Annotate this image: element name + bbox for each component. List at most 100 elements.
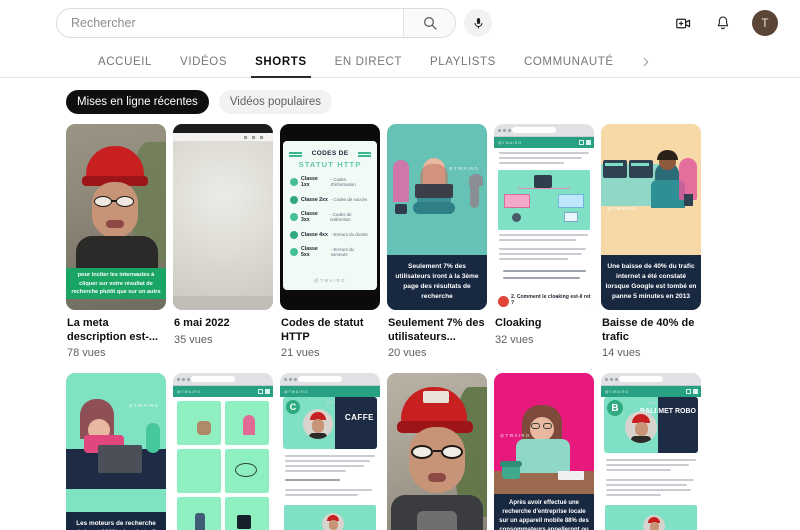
short-thumbnail[interactable]: @TWAIRO Une baisse de 40% du trafic inte… — [601, 124, 701, 310]
site-header-bar: @TWAIRO — [601, 386, 701, 397]
card-grid — [173, 397, 273, 530]
create-video-icon — [675, 18, 690, 28]
voice-search-button[interactable] — [464, 9, 492, 37]
article-body: 2. Comment le cloaking est-il ret ? — [494, 148, 594, 310]
short-card[interactable]: pour inciter les internautes à cliquer s… — [66, 124, 166, 359]
site-header-bar: @TWAIRO — [280, 386, 380, 397]
infographic-row-desc: - Erreurs du serveurs — [330, 247, 354, 257]
infographic-row-label: Classe 3xx — [301, 211, 318, 223]
short-card[interactable]: @TWAIRO Seulement 7% des utilisateurs ir… — [387, 124, 487, 359]
chevron-right-icon — [643, 57, 648, 67]
thumbnail-art: @TWAIRO CAFFE C SEO — [280, 373, 380, 530]
tab-accueil[interactable]: ACCUEIL — [84, 46, 166, 78]
short-views: 78 vues — [67, 347, 106, 359]
short-title: Cloaking — [495, 317, 542, 329]
short-views: 14 vues — [602, 347, 641, 359]
notifications-button[interactable] — [712, 12, 734, 34]
search-input[interactable] — [57, 9, 403, 37]
infographic-brand: @TWAIRO — [314, 278, 346, 283]
chip-popular-videos[interactable]: Vidéos populaires — [218, 90, 333, 114]
browser-chrome — [173, 373, 273, 386]
short-views: 32 vues — [495, 333, 534, 346]
avatar[interactable]: T — [752, 10, 778, 36]
short-card[interactable]: TikTok@twairo_apprendre — [387, 373, 487, 530]
tab-en-direct[interactable]: EN DIRECT — [321, 46, 416, 78]
short-thumbnail[interactable]: CODES DE STATUT HTTP Classe 1xx - Codes … — [280, 124, 380, 310]
short-title: Codes de statut HTTP — [281, 317, 364, 343]
short-card[interactable]: 6 mai 2022 35 vues — [173, 124, 273, 359]
short-card[interactable]: @TWAIRO BALI MET ROBO B SEO — [601, 373, 701, 530]
short-meta: 6 mai 2022 35 vues — [173, 310, 273, 346]
thumbnail-art: TikTok@twairo_apprendre — [387, 373, 487, 530]
tab-playlists[interactable]: PLAYLISTS — [416, 46, 510, 78]
tabs-overflow-button[interactable] — [628, 46, 663, 78]
short-card[interactable]: @TWAIRO — [494, 124, 594, 359]
short-views: 35 vues — [174, 333, 213, 346]
short-title: Seulement 7% des utilisateurs... — [388, 317, 485, 343]
microphone-icon — [473, 17, 483, 28]
search-button[interactable] — [403, 9, 455, 37]
chip-recent-uploads[interactable]: Mises en ligne récentes — [66, 90, 209, 114]
thumbnail-art: @TWAIRO — [494, 124, 594, 310]
short-thumbnail[interactable]: TikTok@twairo_apprendre — [387, 373, 487, 530]
thumbnail-caption: CAFFE — [344, 413, 374, 422]
shorts-grid-row-1: pour inciter les internautes à cliquer s… — [0, 124, 800, 359]
short-thumbnail[interactable]: pour inciter les internautes à cliquer s… — [66, 124, 166, 310]
short-card[interactable]: @TWAIRO CAFFE C SEO — [280, 373, 380, 530]
search-area — [56, 8, 492, 38]
thumbnail-caption: Après avoir effectué une recherche d'ent… — [494, 494, 594, 530]
thumbnail-art: @TWAIRO — [173, 373, 273, 530]
short-meta: Baisse de 40% de trafic 14 vues — [601, 310, 701, 359]
infographic-row-desc: - Codes d'information — [330, 177, 356, 187]
thumbnail-art: @TWAIRO BALI MET ROBO B SEO — [601, 373, 701, 530]
short-card[interactable]: @TWAIRO Après avoir effectué une recherc… — [494, 373, 594, 530]
browser-chrome — [494, 124, 594, 137]
infographic-row-desc: - Codes de redirection — [330, 212, 352, 222]
bell-icon — [717, 16, 729, 30]
short-thumbnail[interactable]: @TWAIRO CAFFE C SEO — [280, 373, 380, 530]
tab-shorts[interactable]: SHORTS — [241, 46, 321, 78]
thumbnail-caption: 2. Comment le cloaking est-il ret ? — [511, 294, 591, 306]
infographic-row-desc: - Erreurs du clients — [330, 232, 368, 237]
infographic-row-label: Classe 4xx — [301, 231, 328, 238]
short-card[interactable]: @TWAIRO — [173, 373, 273, 530]
infographic-row-desc: - Codes de succès — [330, 197, 368, 202]
thumbnail-caption: Les moteurs de recherche génèrent 300% p… — [66, 511, 166, 530]
infographic-row-label: Classe 1xx — [301, 176, 318, 188]
thumbnail-art — [173, 124, 273, 310]
filter-chip-row: Mises en ligne récentes Vidéos populaire… — [0, 78, 800, 124]
short-meta: Seulement 7% des utilisateurs... 20 vues — [387, 310, 487, 359]
short-card[interactable]: @TWAIRO Une baisse de 40% du trafic inte… — [601, 124, 701, 359]
channel-tab-bar: ACCUEIL VIDÉOS SHORTS EN DIRECT PLAYLIST… — [0, 46, 800, 78]
short-title: La meta description est-... — [67, 317, 159, 343]
short-meta: Cloaking 32 vues — [494, 310, 594, 346]
browser-chrome — [601, 373, 701, 386]
short-thumbnail[interactable]: @TWAIRO Les moteurs de recherche génèren… — [66, 373, 166, 530]
short-thumbnail[interactable]: @TWAIRO Seulement 7% des utilisateurs ir… — [387, 124, 487, 310]
short-views: 21 vues — [281, 347, 320, 359]
short-thumbnail[interactable]: @TWAIRO — [494, 124, 594, 310]
thumbnail-art: @TWAIRO — [66, 373, 166, 530]
short-thumbnail[interactable]: @TWAIRO — [173, 373, 273, 530]
shorts-grid-row-2: @TWAIRO Les moteurs de recherche génèren… — [0, 373, 800, 530]
short-meta: La meta description est-... 78 vues — [66, 310, 166, 359]
short-title: 6 mai 2022 — [174, 317, 230, 329]
thumbnail-caption: pour inciter les internautes à cliquer s… — [66, 268, 166, 299]
short-card[interactable]: CODES DE STATUT HTTP Classe 1xx - Codes … — [280, 124, 380, 359]
tab-videos[interactable]: VIDÉOS — [166, 46, 241, 78]
short-thumbnail[interactable]: @TWAIRO Après avoir effectué une recherc… — [494, 373, 594, 530]
short-views: 20 vues — [388, 347, 427, 359]
short-card[interactable]: @TWAIRO Les moteurs de recherche génèren… — [66, 373, 166, 530]
search-box[interactable] — [56, 8, 456, 38]
short-meta: Codes de statut HTTP 21 vues — [280, 310, 380, 359]
infographic-heading-1: CODES DE — [311, 150, 349, 157]
short-title: Baisse de 40% de trafic — [602, 317, 695, 343]
infographic-row-label: Classe 2xx — [301, 196, 328, 203]
short-thumbnail[interactable]: @TWAIRO BALI MET ROBO B SEO — [601, 373, 701, 530]
masthead: T — [0, 0, 800, 46]
infographic-heading-2: STATUT HTTP — [298, 160, 362, 169]
site-header-bar: @TWAIRO — [494, 137, 594, 148]
tab-communaute[interactable]: COMMUNAUTÉ — [510, 46, 628, 78]
create-video-button[interactable] — [672, 12, 694, 34]
short-thumbnail[interactable] — [173, 124, 273, 310]
